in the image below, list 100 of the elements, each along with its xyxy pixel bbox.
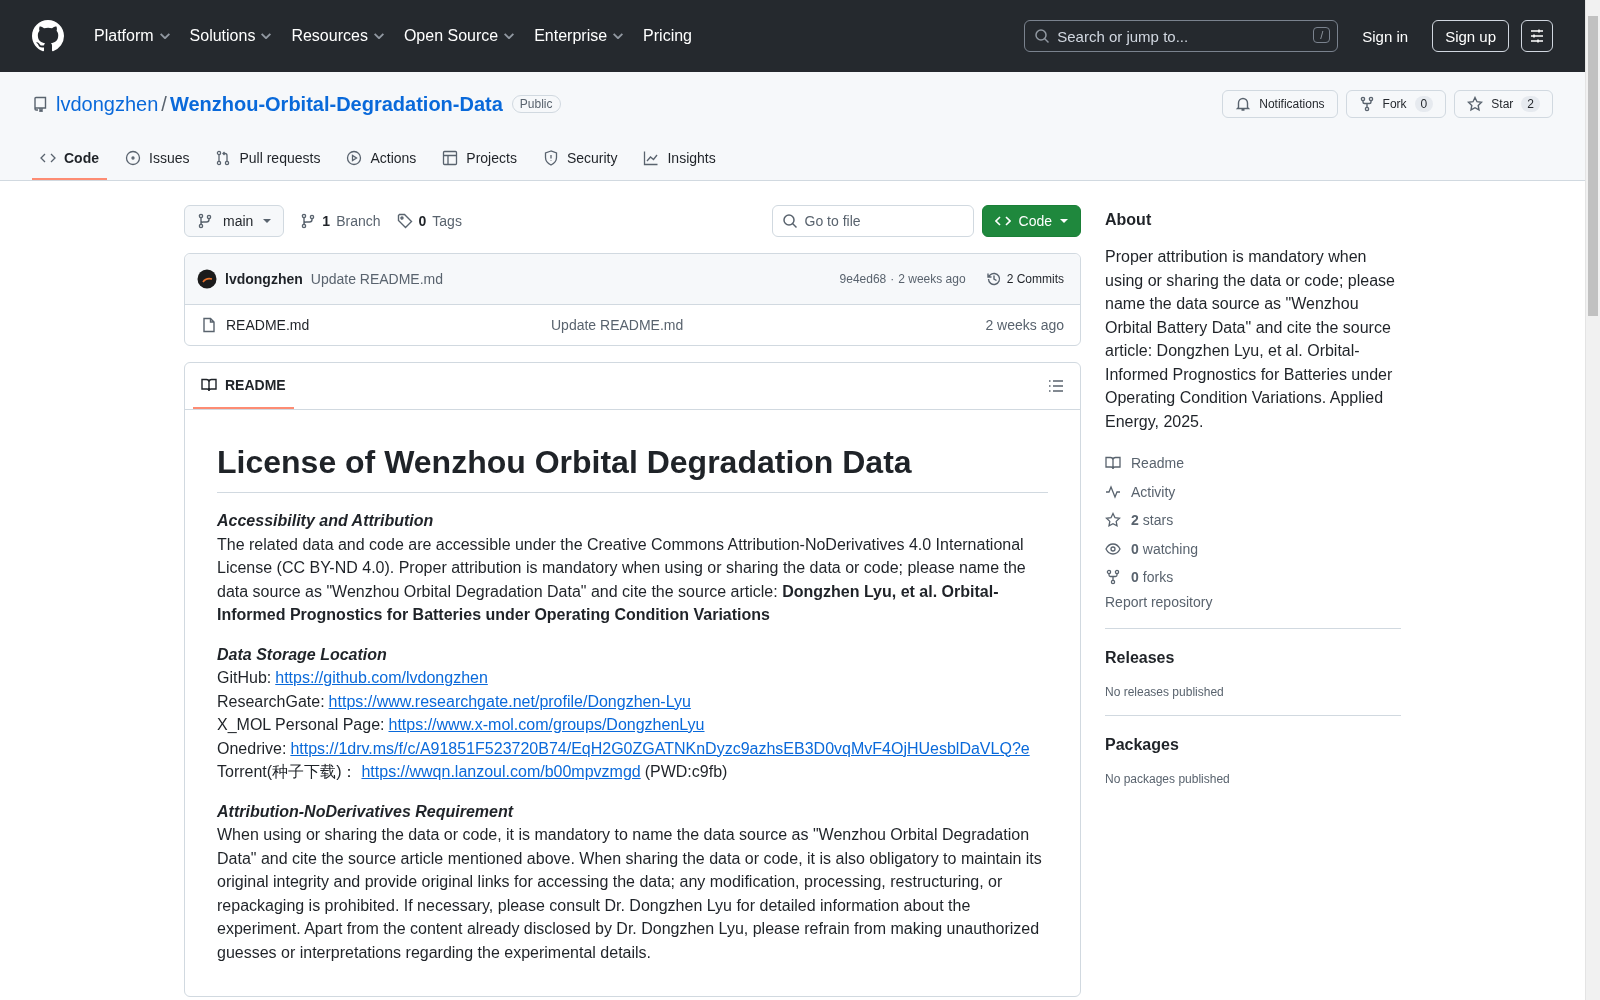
table-icon bbox=[442, 150, 459, 166]
section-heading: Data Storage Location bbox=[217, 644, 388, 665]
url-link[interactable]: https://1drv.ms/f/c/A91851F523720B74/EqH2G0ZGATNKnDyzc9azhsEB3D0vqMvF4OjHUesblDaVLQ?e bbox=[290, 739, 1030, 757]
pulse-icon bbox=[1105, 483, 1121, 500]
chevron-down-icon[interactable] bbox=[261, 33, 272, 39]
fork-count: 0 bbox=[1414, 96, 1434, 112]
notifications-button[interactable]: Notifications bbox=[1222, 90, 1338, 118]
password-note: (PWD:c9fb) bbox=[644, 763, 728, 780]
settings-button[interactable] bbox=[1521, 20, 1553, 52]
book-icon bbox=[1105, 455, 1121, 472]
link-label: X_MOL Personal Page: bbox=[217, 716, 385, 733]
code-button[interactable]: Code bbox=[981, 205, 1081, 237]
repository-tab[interactable]: Pull requests bbox=[207, 150, 329, 180]
separator-dot: · bbox=[890, 272, 895, 286]
outline-list-icon[interactable] bbox=[1048, 378, 1064, 394]
search-icon bbox=[781, 213, 798, 229]
chevron-down-icon[interactable] bbox=[613, 33, 624, 39]
chevron-down-icon[interactable] bbox=[373, 33, 384, 39]
nav-menu-item[interactable]: Resources bbox=[291, 27, 368, 45]
file-icon bbox=[201, 317, 217, 333]
repository-tab[interactable]: Issues bbox=[117, 150, 198, 180]
fork-icon bbox=[1105, 569, 1121, 586]
releases-heading: Releases bbox=[1105, 648, 1176, 667]
link-label: ResearchGate: bbox=[217, 692, 325, 710]
caret-icon bbox=[263, 219, 272, 223]
file-name-link[interactable]: README.md bbox=[226, 317, 551, 333]
link-label: Torrent(种子下载)： bbox=[217, 763, 358, 780]
repository-tab[interactable]: Security bbox=[534, 150, 626, 180]
graph-icon bbox=[643, 150, 660, 166]
url-link[interactable]: https://www.x-mol.com/groups/DongzhenLyu bbox=[388, 716, 705, 733]
star-icon bbox=[1467, 96, 1484, 112]
repository-name-link[interactable]: Wenzhou-Orbital-Degradation-Data bbox=[169, 92, 503, 116]
play-icon bbox=[346, 150, 363, 166]
report-repository-link[interactable]: Report repository bbox=[1105, 593, 1401, 629]
commit-author[interactable]: lvdongzhen bbox=[225, 271, 303, 287]
nav-menu-item[interactable]: Open Source bbox=[403, 27, 499, 45]
paragraph: The related data and code are accessible under the Creative Commons Attribution-NoDerivatives 4.0 International License (CC BY-ND 4.0). Proper attribution is mandatory when using or sharing the data or code; please name the data source as "Wenzhou Orbital Degradation Data" and cite the source article: Dongzhen Lyu, et al. Orbital-Informed Prognostics for Batteries under Operating Condition Variations bbox=[217, 534, 1027, 625]
url-link[interactable]: https://github.com/lvdongzhen bbox=[275, 669, 488, 686]
packages-heading: Packages bbox=[1105, 735, 1180, 754]
scrollbar[interactable] bbox=[1585, 0, 1600, 1000]
history-icon bbox=[985, 271, 1002, 287]
packages-note: No packages published bbox=[1105, 771, 1231, 786]
about-link[interactable]: Readme bbox=[1105, 449, 1401, 478]
commit-message[interactable]: Update README.md bbox=[310, 271, 444, 287]
repository-tab[interactable]: Insights bbox=[635, 150, 724, 180]
star-count: 2 bbox=[1521, 96, 1540, 112]
fork-icon bbox=[1358, 96, 1375, 112]
nav-menu-item[interactable]: Enterprise bbox=[534, 27, 608, 45]
path-separator: / bbox=[161, 92, 167, 116]
fork-button[interactable]: Fork 0 bbox=[1345, 90, 1447, 118]
readme-title: License of Wenzhou Orbital Degradation Data bbox=[217, 442, 1048, 493]
star-button[interactable]: Star 2 bbox=[1454, 90, 1553, 118]
section-heading: Accessibility and Attribution bbox=[217, 511, 435, 531]
pull-request-icon bbox=[215, 150, 232, 166]
url-link[interactable]: https://wwqn.lanzoul.com/b00mpvzmgd bbox=[361, 763, 641, 780]
owner-link[interactable]: lvdongzhen bbox=[56, 92, 159, 116]
repository-tab[interactable]: Actions bbox=[338, 150, 425, 180]
search-icon bbox=[1034, 28, 1051, 44]
tag-icon bbox=[396, 213, 413, 229]
about-link[interactable]: 2 stars bbox=[1105, 506, 1401, 535]
readme-tab[interactable]: README bbox=[193, 363, 294, 409]
file-commit-message[interactable]: Update README.md bbox=[551, 317, 986, 333]
sliders-icon bbox=[1529, 28, 1545, 44]
caret-icon bbox=[1060, 219, 1068, 223]
chevron-down-icon[interactable] bbox=[159, 33, 170, 39]
shortcut-key: / bbox=[1313, 27, 1331, 43]
releases-note: No releases published bbox=[1105, 684, 1225, 699]
commit-hash[interactable]: 9e4ed68 bbox=[839, 272, 887, 286]
circle-dot-icon bbox=[125, 150, 141, 166]
nav-menu-item[interactable]: Solutions bbox=[189, 27, 256, 45]
link-label: Onedrive: bbox=[217, 739, 287, 757]
tags-link[interactable]: 0 Tags bbox=[396, 213, 462, 229]
repository-tab[interactable]: Code bbox=[32, 150, 107, 180]
url-link[interactable]: https://www.researchgate.net/profile/Dongzhen-Lyu bbox=[328, 692, 691, 710]
sign-in-link[interactable]: Sign in bbox=[1354, 27, 1433, 45]
link-label: GitHub: bbox=[217, 669, 272, 686]
nav-menu-item[interactable]: Pricing bbox=[643, 27, 692, 45]
about-description: Proper attribution is mandatory when using or sharing the data or code; please name the data source as "Wenzhou Orbital Battery Data" and cite the source article: Dongzhen Lyu, et al. Orbital-Informed Prognostics for Batteries under Operating Condition Variations. Applied Energy, 2025. bbox=[1105, 247, 1396, 432]
about-heading: About bbox=[1105, 211, 1153, 229]
eye-icon bbox=[1105, 540, 1121, 557]
repository-tab[interactable]: Projects bbox=[434, 150, 525, 180]
avatar-icon bbox=[197, 269, 217, 289]
commits-link[interactable]: 2 Commits bbox=[985, 271, 1064, 287]
bell-icon bbox=[1235, 96, 1252, 112]
branch-icon bbox=[197, 213, 213, 229]
section-heading: Attribution-NoDerivatives Requirement bbox=[217, 801, 515, 822]
sign-up-button[interactable]: Sign up bbox=[1432, 20, 1509, 52]
shield-icon bbox=[542, 150, 559, 166]
about-link[interactable]: 0 watching bbox=[1105, 534, 1401, 563]
branch-icon bbox=[300, 213, 317, 229]
commit-time: 2 weeks ago bbox=[898, 272, 966, 286]
about-link[interactable]: 0 forks bbox=[1105, 563, 1401, 592]
about-link[interactable]: Activity bbox=[1105, 477, 1401, 506]
paragraph: When using or sharing the data or code, it is mandatory to name the data source as "Wenzhou Orbital Degradation Data" and cite the source article mentioned above. When sharing the data or code, it is also obligatory to maintain its original integrity and provide original links for accessing the data; any modification, processing, restructuring, or repackaging is prohibited. If necessary, please consult Dr. Dongzhen Lyu for detailed information about the experiment. Apart from the content already disclosed by Dr. Dongzhen Lyu, please refrain from making unauthorized guesses or interpretations regarding the experimental details. bbox=[217, 825, 1043, 963]
octocat-logo-icon[interactable] bbox=[32, 20, 64, 52]
go-to-file-field[interactable]: Go to file bbox=[771, 205, 974, 237]
branch-selector[interactable]: main bbox=[184, 205, 285, 237]
branches-link[interactable]: 1 Branch bbox=[300, 213, 381, 229]
chevron-down-icon[interactable] bbox=[504, 33, 515, 39]
nav-menu-item[interactable]: Platform bbox=[94, 27, 154, 45]
